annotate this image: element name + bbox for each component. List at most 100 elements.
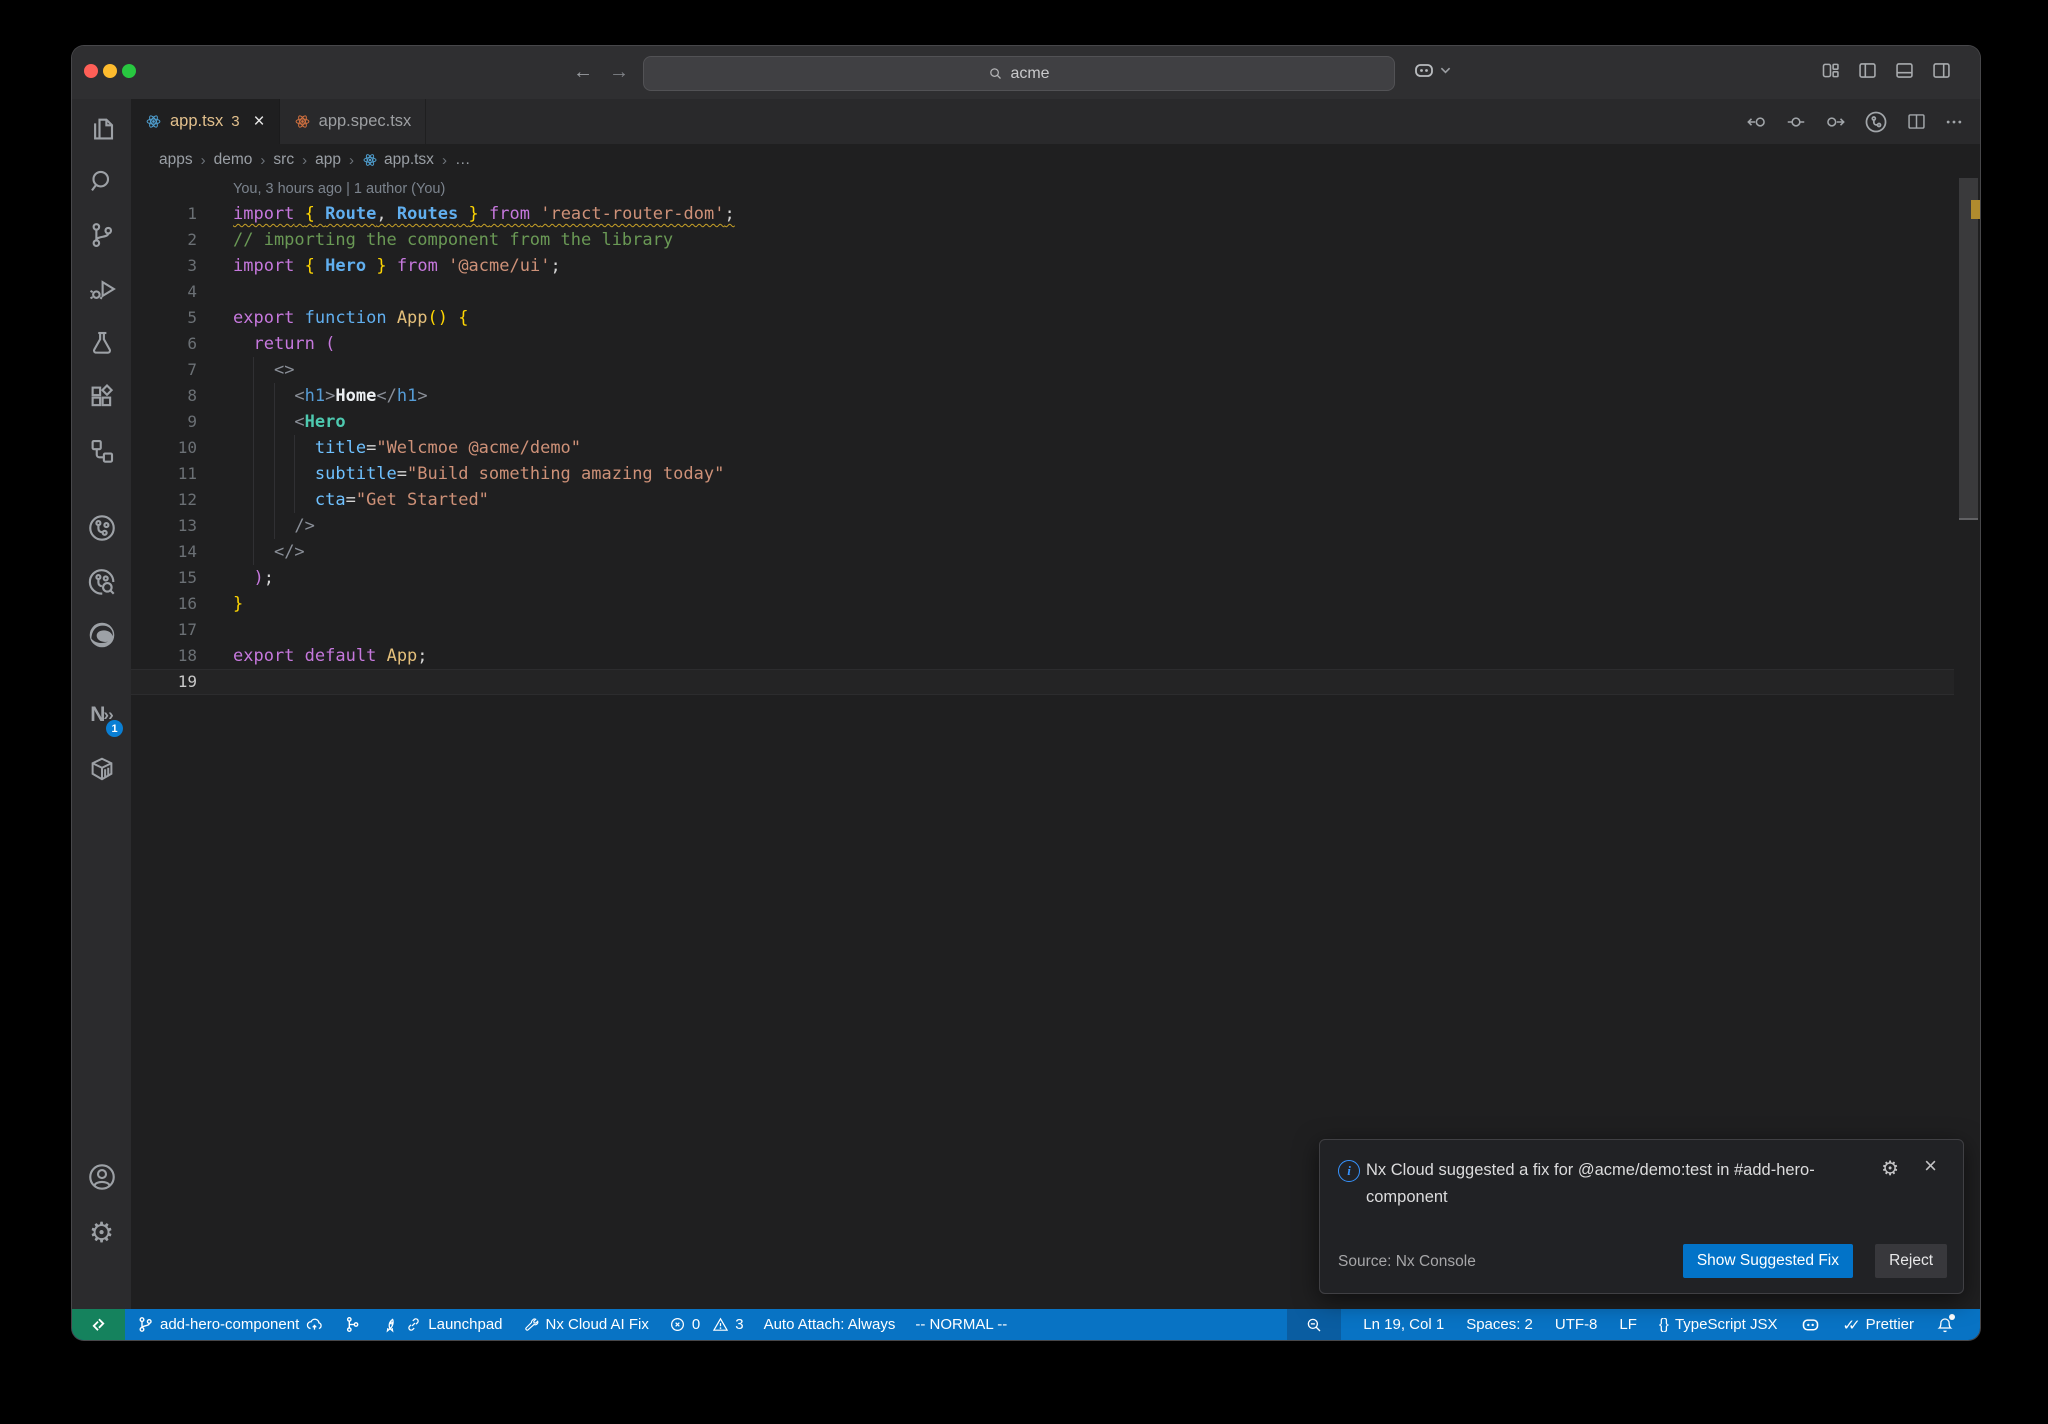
edge-browser-icon[interactable] xyxy=(72,611,131,659)
code-line-16[interactable]: 16} xyxy=(131,591,1954,617)
copilot-status-item[interactable] xyxy=(1800,1314,1821,1335)
code-line-8[interactable]: 8 <h1>Home</h1> xyxy=(131,383,1954,409)
code-line-text: return ( xyxy=(253,334,336,354)
more-actions-icon[interactable] xyxy=(1944,112,1964,132)
breadcrumb-item--[interactable]: … xyxy=(455,151,471,169)
git-branch-item[interactable]: add-hero-component xyxy=(137,1315,324,1334)
toggle-secondary-sidebar-icon[interactable] xyxy=(1931,60,1952,81)
encoding-item[interactable]: UTF-8 xyxy=(1555,1316,1598,1333)
code-line-19[interactable]: 19 xyxy=(131,669,1954,695)
breadcrumb-item-app[interactable]: app xyxy=(315,151,341,169)
code-line-2[interactable]: 2 // importing the component from the lib… xyxy=(131,227,1954,253)
status-bar: add-hero-component Launchpad Nx Cloud AI… xyxy=(72,1309,1980,1340)
code-line-5[interactable]: 5 export function App() { xyxy=(131,305,1954,331)
notification-close-icon[interactable]: × xyxy=(1924,1153,1937,1179)
tab-app-tsx[interactable]: app.tsx 3 × xyxy=(131,99,280,144)
code-line-13[interactable]: 13 /> xyxy=(131,513,1954,539)
code-line-text: title="Welcmoe @acme/demo" xyxy=(314,438,582,458)
show-suggested-fix-button[interactable]: Show Suggested Fix xyxy=(1682,1244,1853,1278)
code-line-6[interactable]: 6 return ( xyxy=(131,331,1954,357)
code-line-15[interactable]: 15 ); xyxy=(131,565,1954,591)
problems-item[interactable]: 0 3 xyxy=(669,1316,744,1333)
testing-icon[interactable] xyxy=(72,319,131,367)
commit-graph-icon[interactable] xyxy=(72,504,131,552)
code-line-14[interactable]: 14 </> xyxy=(131,539,1954,565)
code-line-10[interactable]: 10 title="Welcmoe @acme/demo" xyxy=(131,435,1954,461)
eol-item[interactable]: LF xyxy=(1619,1316,1637,1333)
notification-dot xyxy=(1949,1313,1955,1320)
nx-console-icon[interactable]: N ›› 1 xyxy=(72,691,131,739)
formatter-item[interactable]: ✓✓ Prettier xyxy=(1843,1316,1915,1334)
command-center-search[interactable]: acme xyxy=(643,56,1395,91)
zoom-indicator[interactable] xyxy=(1287,1309,1342,1340)
line-number: 4 xyxy=(187,282,197,301)
current-change-icon[interactable] xyxy=(1785,111,1807,133)
split-editor-icon[interactable] xyxy=(1906,111,1927,132)
close-window-button[interactable] xyxy=(84,64,98,78)
nx-cloud-fix-item[interactable]: Nx Cloud AI Fix xyxy=(523,1316,649,1333)
launchpad-item[interactable]: Launchpad xyxy=(381,1316,503,1334)
indentation-item[interactable]: Spaces: 2 xyxy=(1466,1316,1533,1333)
account-icon[interactable] xyxy=(72,1153,131,1201)
remote-indicator[interactable] xyxy=(72,1309,125,1340)
code-line-text: import { Route, Routes } from 'react-rou… xyxy=(233,204,735,224)
git-graph-item[interactable] xyxy=(344,1316,361,1333)
code-line-11[interactable]: 11 subtitle="Build something amazing tod… xyxy=(131,461,1954,487)
previous-change-icon[interactable] xyxy=(1746,111,1768,133)
nx-badge: 1 xyxy=(106,720,123,737)
settings-gear-icon[interactable]: ⚙ xyxy=(72,1209,131,1257)
package-box-icon[interactable] xyxy=(72,745,131,793)
tab-app-spec-tsx[interactable]: app.spec.tsx xyxy=(279,99,427,144)
gitlens-inspect-icon[interactable] xyxy=(72,558,131,606)
activity-bar: N ›› 1 ⚙ xyxy=(72,99,132,1309)
notification-settings-gear-icon[interactable]: ⚙ xyxy=(1881,1156,1899,1181)
code-line-18[interactable]: 18 export default App; xyxy=(131,643,1954,669)
auto-attach-item[interactable]: Auto Attach: Always xyxy=(764,1316,896,1333)
tab-label: app.spec.tsx xyxy=(318,112,412,130)
error-icon xyxy=(670,1318,684,1331)
maximize-window-button[interactable] xyxy=(122,64,136,78)
breadcrumb-item-src[interactable]: src xyxy=(273,151,294,169)
vertical-scrollbar[interactable] xyxy=(1959,178,1978,520)
line-number: 13 xyxy=(177,516,197,535)
close-tab-icon[interactable]: × xyxy=(254,111,265,133)
vscode-window: ← → acme N ›› 1 ⚙ app.tsx 3 × app.spec.t… xyxy=(72,46,1980,1340)
git-blame-annotation: You, 3 hours ago | 1 author (You) xyxy=(233,181,446,197)
cursor-position-item[interactable]: Ln 19, Col 1 xyxy=(1363,1316,1444,1333)
notifications-bell[interactable] xyxy=(1936,1313,1955,1334)
error-count: 0 xyxy=(691,1316,701,1333)
customize-layout-icon[interactable] xyxy=(1820,60,1841,81)
explorer-icon[interactable] xyxy=(72,105,131,153)
source-control-icon[interactable] xyxy=(72,211,131,259)
next-change-icon[interactable] xyxy=(1824,111,1846,133)
extensions-icon[interactable] xyxy=(72,373,131,421)
link-icon xyxy=(408,1318,419,1331)
minimize-window-button[interactable] xyxy=(103,64,117,78)
code-line-17[interactable]: 17 xyxy=(131,617,1954,643)
toggle-sidebar-icon[interactable] xyxy=(1857,60,1878,81)
code-line-9[interactable]: 9 <Hero xyxy=(131,409,1954,435)
line-number: 2 xyxy=(187,230,197,249)
copilot-menu-button[interactable] xyxy=(1412,58,1451,82)
line-number: 7 xyxy=(187,360,197,379)
breadcrumb-item-apps[interactable]: apps xyxy=(159,151,193,169)
line-number: 8 xyxy=(187,386,197,405)
run-debug-icon[interactable] xyxy=(72,265,131,313)
navigate-back-button[interactable]: ← xyxy=(570,59,596,85)
code-line-4[interactable]: 4 xyxy=(131,279,1954,305)
breadcrumb-separator: › xyxy=(200,151,206,169)
code-line-7[interactable]: 7 <> xyxy=(131,357,1954,383)
vim-mode-item[interactable]: -- NORMAL -- xyxy=(915,1316,1007,1333)
reject-button[interactable]: Reject xyxy=(1875,1244,1947,1278)
toggle-panel-icon[interactable] xyxy=(1894,60,1915,81)
language-mode-item[interactable]: {} TypeScript JSX xyxy=(1659,1316,1778,1333)
search-icon[interactable] xyxy=(72,157,131,205)
code-line-1[interactable]: 1 import { Route, Routes } from 'react-ro… xyxy=(131,201,1954,227)
code-line-3[interactable]: 3 import { Hero } from '@acme/ui'; xyxy=(131,253,1954,279)
breadcrumb-item-app-tsx[interactable]: app.tsx xyxy=(362,151,434,169)
run-graph-icon[interactable] xyxy=(1863,109,1889,135)
connected-nodes-icon[interactable] xyxy=(72,427,131,475)
navigate-forward-button[interactable]: → xyxy=(606,59,632,85)
breadcrumb-item-demo[interactable]: demo xyxy=(214,151,253,169)
code-line-12[interactable]: 12 cta="Get Started" xyxy=(131,487,1954,513)
